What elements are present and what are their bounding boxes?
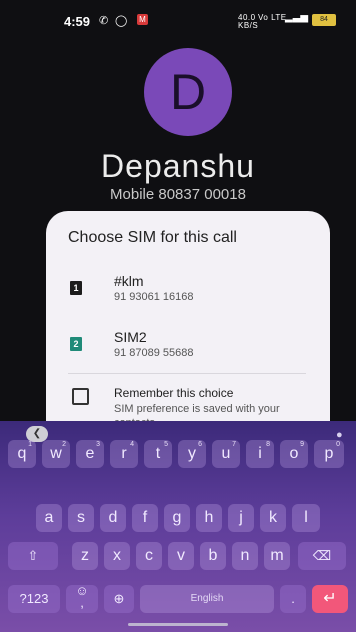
sim-2-icon: 2 xyxy=(70,337,82,351)
status-bar: 4:59 ✆ ◯ M 40.0 KB/S Vo LTE ▂▃▅ 84 xyxy=(0,0,356,40)
net-speed: 40.0 KB/S xyxy=(238,13,259,30)
volte-indicator: Vo LTE xyxy=(258,13,287,22)
whatsapp-icon: ◯ xyxy=(115,15,128,27)
key-i[interactable]: i8 xyxy=(246,440,274,468)
key-k[interactable]: k xyxy=(260,504,286,532)
key-l[interactable]: l xyxy=(292,504,320,532)
key-b[interactable]: b xyxy=(200,542,226,570)
sim-option-2[interactable]: 2 SIM2 91 87089 55688 xyxy=(46,327,330,383)
keyboard: ❮ ● q1 w2 e3 r4 t5 y6 u7 i8 o9 p0 a s d … xyxy=(0,421,356,632)
key-q[interactable]: q1 xyxy=(8,440,36,468)
key-h[interactable]: h xyxy=(196,504,222,532)
emoji-comma-key[interactable]: ☺, xyxy=(66,584,98,613)
key-s[interactable]: s xyxy=(68,504,94,532)
choose-sim-dialog: Choose SIM for this call 1 #klm 91 93061… xyxy=(46,211,330,443)
key-m[interactable]: m xyxy=(264,542,290,570)
sim-2-name: SIM2 xyxy=(114,329,147,345)
key-u[interactable]: u7 xyxy=(212,440,240,468)
signal-icon: ▂▃▅ xyxy=(285,12,309,23)
status-time: 4:59 xyxy=(64,14,91,29)
app-badge: M xyxy=(137,14,148,25)
contact-number: Mobile 80837 00018 xyxy=(110,186,246,203)
phone-icon: ✆ xyxy=(99,15,109,27)
contact-name: Depanshu xyxy=(101,148,255,184)
divider xyxy=(68,373,306,374)
enter-key[interactable]: ↵ xyxy=(312,585,348,613)
remember-checkbox[interactable] xyxy=(72,388,89,405)
backspace-key[interactable]: ⌫ xyxy=(298,542,346,570)
key-r[interactable]: r4 xyxy=(110,440,138,468)
globe-icon[interactable]: ⊕ xyxy=(104,585,134,613)
battery-icon: 84 xyxy=(312,14,336,26)
symbols-key[interactable]: ?123 xyxy=(8,585,60,613)
key-j[interactable]: j xyxy=(228,504,254,532)
key-c[interactable]: c xyxy=(136,542,162,570)
key-g[interactable]: g xyxy=(164,504,190,532)
key-n[interactable]: n xyxy=(232,542,258,570)
avatar-initial: D xyxy=(169,64,207,120)
key-z[interactable]: z xyxy=(72,542,98,570)
home-indicator[interactable] xyxy=(128,623,228,626)
key-e[interactable]: e3 xyxy=(76,440,104,468)
key-t[interactable]: t5 xyxy=(144,440,172,468)
key-f[interactable]: f xyxy=(132,504,158,532)
key-o[interactable]: o9 xyxy=(280,440,308,468)
key-p[interactable]: p0 xyxy=(314,440,344,468)
period-key[interactable]: . xyxy=(280,585,306,613)
sim-2-number: 91 87089 55688 xyxy=(114,347,194,359)
space-bar[interactable]: English xyxy=(140,585,274,613)
key-a[interactable]: a xyxy=(36,504,62,532)
key-d[interactable]: d xyxy=(100,504,126,532)
sim-1-icon: 1 xyxy=(70,281,82,295)
sim-option-1[interactable]: 1 #klm 91 93061 16168 xyxy=(46,267,330,323)
dialog-title: Choose SIM for this call xyxy=(68,229,237,246)
remember-label: Remember this choice xyxy=(114,386,234,400)
shift-key[interactable]: ⇧ xyxy=(8,542,58,570)
avatar: D xyxy=(144,48,232,136)
sim-1-name: #klm xyxy=(114,273,144,289)
key-v[interactable]: v xyxy=(168,542,194,570)
key-w[interactable]: w2 xyxy=(42,440,70,468)
key-y[interactable]: y6 xyxy=(178,440,206,468)
key-x[interactable]: x xyxy=(104,542,130,570)
sim-1-number: 91 93061 16168 xyxy=(114,291,194,303)
